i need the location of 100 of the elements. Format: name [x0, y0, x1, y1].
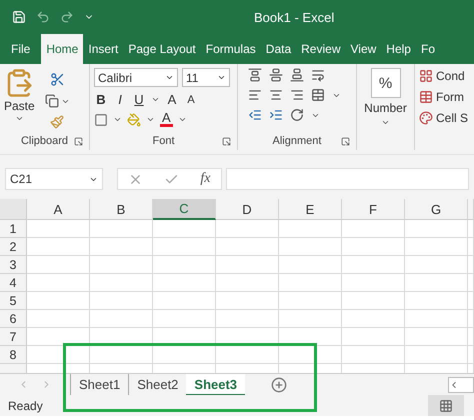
cell[interactable]	[27, 256, 90, 274]
ribbon-tab[interactable]: Fo	[416, 34, 440, 64]
cell[interactable]	[279, 292, 342, 310]
horizontal-scrollbar[interactable]	[448, 376, 474, 392]
cell[interactable]	[342, 220, 405, 238]
cell[interactable]	[405, 310, 468, 328]
orientation-icon[interactable]	[290, 108, 304, 122]
cell[interactable]	[27, 274, 90, 292]
save-icon[interactable]	[12, 10, 26, 24]
cell[interactable]	[90, 274, 153, 292]
cell[interactable]	[342, 310, 405, 328]
ribbon-tab[interactable]: View	[346, 34, 382, 64]
cell[interactable]	[27, 346, 90, 364]
cell[interactable]	[405, 292, 468, 310]
cell[interactable]	[468, 274, 474, 292]
cell[interactable]	[216, 310, 279, 328]
cell[interactable]	[279, 238, 342, 256]
cell[interactable]	[342, 346, 405, 364]
sheet-tab[interactable]: Sheet3	[186, 374, 246, 396]
cell[interactable]	[279, 274, 342, 292]
cell[interactable]	[216, 292, 279, 310]
row-header[interactable]: 6	[0, 310, 27, 328]
cell[interactable]	[468, 256, 474, 274]
grid-icon[interactable]	[439, 398, 453, 412]
ribbon-tab[interactable]: Home	[41, 34, 84, 64]
cell[interactable]	[405, 256, 468, 274]
styles-button[interactable]: Cell S	[419, 111, 468, 125]
cell[interactable]	[279, 310, 342, 328]
launcher-icon[interactable]	[74, 136, 83, 146]
cell[interactable]	[405, 328, 468, 346]
copy-icon[interactable]	[44, 94, 59, 108]
font-size-field[interactable]: 11	[182, 68, 230, 87]
wrap-text-icon[interactable]	[311, 68, 325, 82]
brush-icon[interactable]	[50, 115, 64, 129]
align-left-icon[interactable]	[248, 88, 262, 102]
font-name-field[interactable]: Calibri	[94, 68, 178, 87]
column-header[interactable]: G	[405, 199, 468, 220]
cell[interactable]	[405, 220, 468, 238]
middle-align-icon[interactable]	[269, 68, 283, 82]
cell[interactable]	[279, 346, 342, 364]
cell[interactable]	[405, 346, 468, 364]
table-icon[interactable]	[419, 90, 433, 104]
bold-button[interactable]: B	[94, 92, 108, 107]
cell[interactable]	[279, 328, 342, 346]
cell[interactable]	[468, 346, 474, 364]
column-header[interactable]: E	[279, 199, 342, 220]
cell[interactable]	[90, 292, 153, 310]
cell[interactable]	[405, 238, 468, 256]
cell[interactable]	[468, 310, 474, 328]
increase-indent-icon[interactable]	[269, 108, 283, 122]
paste-button[interactable]: Paste	[4, 99, 35, 113]
caret-icon[interactable]	[151, 95, 160, 104]
row-header[interactable]: 8	[0, 346, 27, 364]
ribbon-tab[interactable]: Page Layout	[123, 34, 201, 64]
cell[interactable]	[27, 238, 90, 256]
select-all-corner[interactable]	[0, 199, 27, 220]
cell[interactable]	[27, 328, 90, 346]
palette-icon[interactable]	[419, 111, 433, 125]
column-header[interactable]: A	[27, 199, 90, 220]
cell[interactable]	[468, 292, 474, 310]
cell[interactable]	[153, 274, 216, 292]
add-sheet-icon[interactable]	[271, 376, 288, 392]
styles-button[interactable]: Form	[419, 90, 464, 104]
align-center-icon[interactable]	[269, 88, 283, 102]
cell[interactable]	[27, 220, 90, 238]
borders-icon[interactable]	[94, 112, 108, 126]
bottom-align-icon[interactable]	[290, 68, 304, 82]
percent-button[interactable]: %	[370, 68, 400, 98]
cell[interactable]	[90, 238, 153, 256]
cell[interactable]	[342, 238, 405, 256]
cell[interactable]	[468, 220, 474, 238]
cell[interactable]	[216, 220, 279, 238]
scissors-icon[interactable]	[50, 72, 65, 87]
name-box[interactable]: C21	[5, 168, 103, 190]
cell[interactable]	[405, 274, 468, 292]
row-header[interactable]: 7	[0, 328, 27, 346]
cell[interactable]	[153, 292, 216, 310]
caret-icon[interactable]	[146, 115, 155, 124]
cell[interactable]	[153, 310, 216, 328]
caret-icon[interactable]	[217, 73, 226, 82]
cell[interactable]	[216, 256, 279, 274]
normal-view-button[interactable]	[428, 395, 464, 416]
formula-input[interactable]	[226, 168, 469, 190]
caret-icon[interactable]	[381, 118, 390, 127]
caret-icon[interactable]	[14, 114, 24, 123]
fill-color-icon[interactable]	[127, 112, 141, 126]
cell[interactable]	[216, 274, 279, 292]
number-format-button[interactable]: Number	[364, 101, 407, 115]
column-header[interactable]: F	[342, 199, 405, 220]
merge-icon[interactable]	[311, 88, 325, 102]
cell[interactable]	[153, 220, 216, 238]
caret-icon[interactable]	[113, 115, 122, 124]
redo-icon[interactable]	[60, 10, 74, 24]
cell[interactable]	[27, 292, 90, 310]
grow-font-button[interactable]: A	[165, 92, 179, 107]
shrink-font-button[interactable]: A	[184, 94, 198, 106]
underline-button[interactable]: U	[132, 92, 146, 107]
cell[interactable]	[27, 310, 90, 328]
grid-icon[interactable]	[419, 69, 433, 83]
cell[interactable]	[90, 346, 153, 364]
